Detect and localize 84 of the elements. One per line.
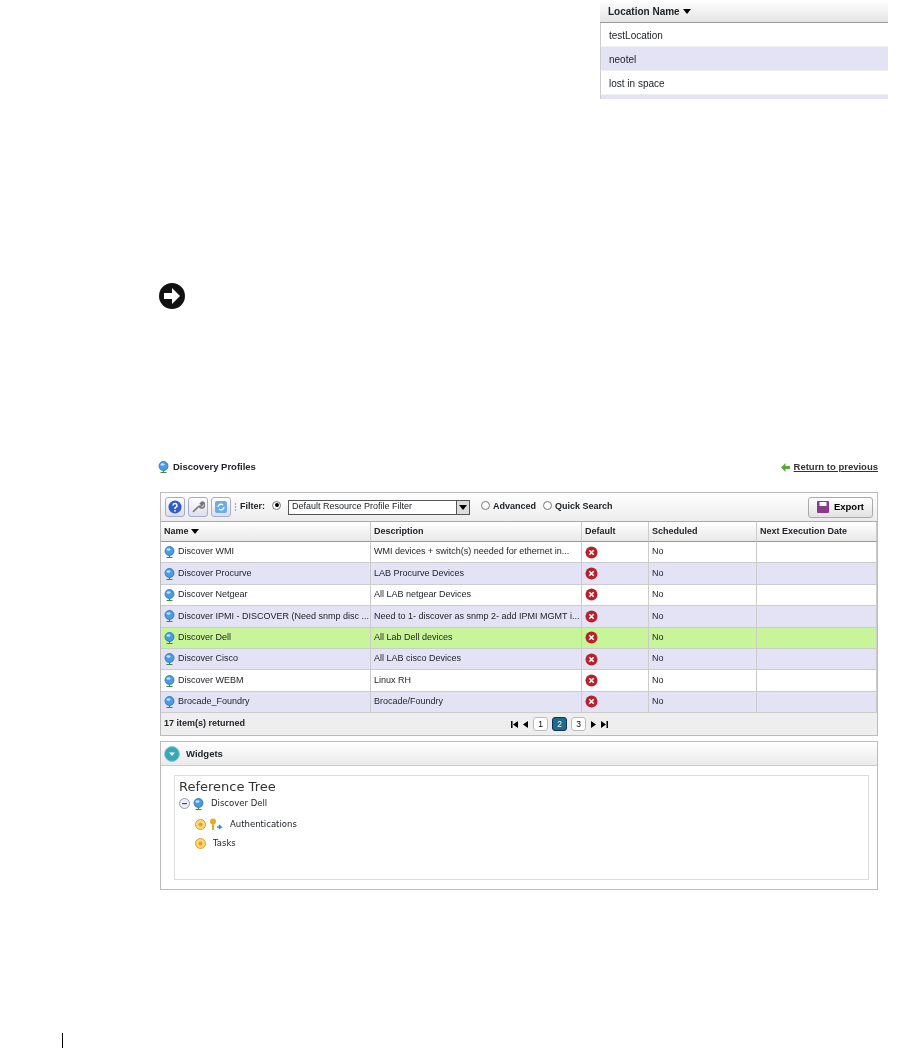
table-row[interactable]: Discover WEBM Linux RH No <box>161 670 877 692</box>
grip-icon <box>234 502 237 512</box>
table-row[interactable]: Brocade_Foundry Brocade/Foundry No <box>161 691 877 714</box>
table-cell[interactable]: neotel <box>600 47 888 71</box>
panel-title: Widgets <box>186 746 223 761</box>
table-cell-text: LAB Procurve Devices <box>374 566 465 580</box>
table-cell-text: No <box>652 673 664 687</box>
sort-arrow-icon <box>190 529 199 534</box>
wrench-icon <box>191 500 205 514</box>
table-row[interactable]: Discover Cisco All LAB cisco Devices No <box>161 648 877 671</box>
help-icon <box>168 500 182 514</box>
table-row[interactable]: Discover Dell All Lab Dell devices No <box>161 627 877 649</box>
table-cell: No <box>652 695 664 709</box>
table-row[interactable]: Discover Procurve LAB Procurve Devices No <box>161 563 877 585</box>
table-row[interactable]: Discover IPMI - DISCOVER (Need snmp disc ... Need to 1- discover as snmp 2- add IPMI MGMT i... No <box>161 606 877 628</box>
table-cell-text: No <box>652 566 664 580</box>
tree-item[interactable]: Tasks <box>213 837 236 850</box>
table-cell-text: Discover Dell <box>178 631 231 644</box>
save-icon <box>816 501 829 513</box>
globe-icon <box>193 797 204 810</box>
globe-icon <box>164 610 175 623</box>
caret-icon <box>459 504 467 510</box>
first-page-icon <box>511 720 518 728</box>
column-header[interactable]: Name <box>164 524 189 539</box>
globe-icon <box>164 695 175 708</box>
table-cell-text: Linux RH <box>374 673 411 687</box>
page-button[interactable]: 1 <box>533 717 548 732</box>
table-cell-text: No <box>652 631 664 644</box>
table-cell: Discover Cisco <box>178 652 238 666</box>
tree-title: Reference Tree <box>179 779 277 795</box>
globe-icon <box>164 631 175 644</box>
globe-icon <box>164 588 175 601</box>
sort-arrow-icon <box>682 8 691 14</box>
column-header: Location Name <box>608 4 680 19</box>
previous-page-icon <box>522 720 529 728</box>
table-cell: WMI devices + switch(s) needed for ethernet in... <box>374 545 570 559</box>
page-button[interactable]: 2 <box>552 717 567 732</box>
return-link[interactable]: Return to previous <box>793 459 878 475</box>
panel-title: Discovery Profiles <box>173 459 256 474</box>
tree-item[interactable]: Discover Dell <box>211 797 268 810</box>
key-icon <box>209 818 223 832</box>
globe-icon <box>164 653 175 666</box>
globe-icon <box>164 567 175 580</box>
table-cell: No <box>652 652 664 666</box>
tree-item[interactable]: Authentications <box>230 818 297 831</box>
table-cell-text: Discover IPMI - DISCOVER (Need snmp disc ... <box>178 609 370 623</box>
table-cell: Brocade/Foundry <box>374 695 444 709</box>
globe-icon <box>164 546 175 559</box>
table-cell: Discover WMI <box>178 545 234 559</box>
refresh-button[interactable] <box>211 497 231 517</box>
globe-icon <box>158 461 169 473</box>
table-cell: No <box>652 545 664 559</box>
radio-button[interactable] <box>272 500 281 510</box>
refresh-icon <box>214 500 228 514</box>
radio-label: Advanced <box>493 500 537 514</box>
table-cell: No <box>652 588 664 602</box>
table-cell: All LAB netgear Devices <box>374 588 472 602</box>
table-cell: All LAB cisco Devices <box>374 652 462 666</box>
result-count: 17 item(s) returned <box>164 717 246 731</box>
tools-button[interactable] <box>188 497 208 517</box>
table-cell-text: No <box>652 609 664 623</box>
filter-label: Filter: <box>240 500 265 514</box>
collapse-icon <box>164 745 180 762</box>
page-button[interactable]: 3 <box>571 717 586 732</box>
radio-button[interactable] <box>481 500 490 510</box>
table-cell-text: Discover WEBM <box>178 673 244 687</box>
expand-icon[interactable] <box>195 838 206 850</box>
table-cell-text: All Lab Dell devices <box>374 631 453 644</box>
table-cell-text: Discover Procurve <box>178 566 252 580</box>
export-button[interactable]: Export <box>807 496 873 518</box>
back-arrow-icon <box>780 462 790 472</box>
filter-dropdown[interactable]: Default Resource Profile Filter <box>288 499 470 515</box>
next-page-icon <box>590 720 597 728</box>
expand-icon[interactable] <box>195 819 206 831</box>
help-button[interactable] <box>165 497 185 517</box>
radio-label: Quick Search <box>555 500 613 514</box>
globe-icon <box>164 674 175 687</box>
table-cell: Discover Netgear <box>178 588 248 602</box>
table-cell-text: Need to 1- discover as snmp 2- add IPMI MGMT i... <box>374 609 580 623</box>
radio-button[interactable] <box>543 500 553 510</box>
last-page-icon <box>601 720 608 728</box>
table-cell: Brocade_Foundry <box>178 695 250 709</box>
column-header[interactable]: Description <box>374 524 424 539</box>
collapse-icon[interactable] <box>179 798 190 810</box>
